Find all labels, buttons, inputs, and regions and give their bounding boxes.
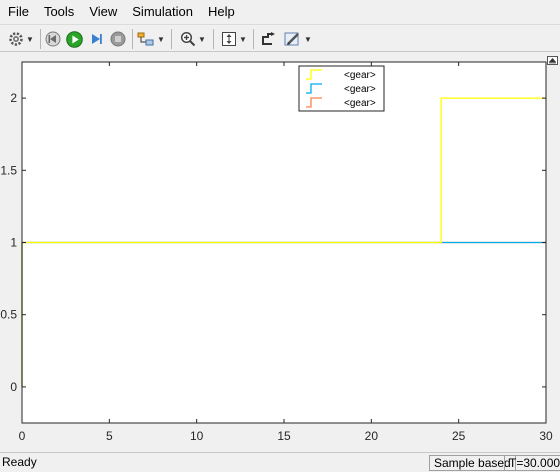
toolbar-separator bbox=[132, 29, 133, 49]
toolbar-separator bbox=[213, 29, 214, 49]
menu-tools[interactable]: Tools bbox=[36, 0, 81, 24]
style-button[interactable]: ▼ bbox=[281, 29, 315, 49]
restore-layout-button[interactable] bbox=[258, 29, 278, 49]
legend-label-0: <gear> bbox=[344, 70, 376, 81]
run-button[interactable] bbox=[65, 29, 83, 49]
sample-mode-indicator: Sample based bbox=[429, 455, 516, 471]
zoom-button[interactable]: ▼ bbox=[176, 29, 210, 49]
x-tick-label: 0 bbox=[19, 429, 26, 443]
stop-button[interactable] bbox=[109, 29, 127, 49]
legend-label-1: <gear> bbox=[344, 84, 376, 95]
status-bar: Ready Sample based T=30.000 bbox=[0, 452, 560, 472]
chevron-down-icon[interactable]: ▼ bbox=[198, 35, 206, 44]
step-forward-icon bbox=[88, 31, 104, 47]
x-tick-label: 20 bbox=[365, 429, 379, 443]
x-tick-label: 5 bbox=[106, 429, 113, 443]
toolbar-separator bbox=[171, 29, 172, 49]
scope-chart: 0 5 10 15 20 25 30 0 0.5 1 1.5 2 <gear> <gear> <gear> bbox=[0, 61, 553, 443]
chevron-down-icon[interactable]: ▼ bbox=[26, 35, 34, 44]
play-icon bbox=[65, 30, 83, 48]
gear-icon bbox=[8, 31, 24, 47]
stop-icon bbox=[110, 31, 126, 47]
layout-icon bbox=[260, 31, 276, 47]
signal-selection-button[interactable]: ▼ bbox=[136, 29, 166, 49]
x-tick-label: 25 bbox=[452, 429, 466, 443]
chevron-down-icon[interactable]: ▼ bbox=[239, 35, 247, 44]
pencil-icon bbox=[284, 31, 302, 47]
chevron-down-icon[interactable]: ▼ bbox=[157, 35, 165, 44]
x-tick-label: 10 bbox=[190, 429, 204, 443]
x-tick-label: 15 bbox=[277, 429, 291, 443]
toolbar: ▼ ▼ ▼ ▼ ▼ bbox=[0, 24, 560, 52]
simulation-time: T=30.000 bbox=[504, 455, 560, 471]
x-tick-label: 30 bbox=[539, 429, 553, 443]
step-back-icon bbox=[45, 31, 61, 47]
step-forward-button[interactable] bbox=[87, 29, 105, 49]
y-tick-label: 0.5 bbox=[0, 308, 17, 322]
chevron-down-icon[interactable]: ▼ bbox=[304, 35, 312, 44]
y-tick-label: 1 bbox=[10, 236, 17, 250]
menu-file[interactable]: File bbox=[0, 0, 36, 24]
legend-label-2: <gear> bbox=[344, 98, 376, 109]
menu-help[interactable]: Help bbox=[200, 0, 242, 24]
menu-view[interactable]: View bbox=[81, 0, 124, 24]
autoscale-icon bbox=[221, 31, 237, 47]
arrow-up-icon bbox=[549, 58, 556, 64]
toolbar-separator bbox=[40, 29, 41, 49]
highlight-signal-icon bbox=[137, 31, 155, 47]
menu-bar: File Tools View Simulation Help bbox=[0, 0, 560, 24]
status-text: Ready bbox=[2, 455, 37, 469]
step-back-button[interactable] bbox=[44, 29, 62, 49]
menu-simulation[interactable]: Simulation bbox=[124, 0, 200, 24]
y-tick-label: 0 bbox=[10, 380, 17, 394]
zoom-in-icon bbox=[180, 31, 196, 47]
scale-axes-button[interactable]: ▼ bbox=[218, 29, 250, 49]
settings-button[interactable]: ▼ bbox=[4, 29, 38, 49]
y-tick-label: 2 bbox=[10, 91, 17, 105]
restore-button[interactable] bbox=[547, 56, 558, 65]
toolbar-separator bbox=[253, 29, 254, 49]
y-tick-label: 1.5 bbox=[0, 163, 17, 177]
